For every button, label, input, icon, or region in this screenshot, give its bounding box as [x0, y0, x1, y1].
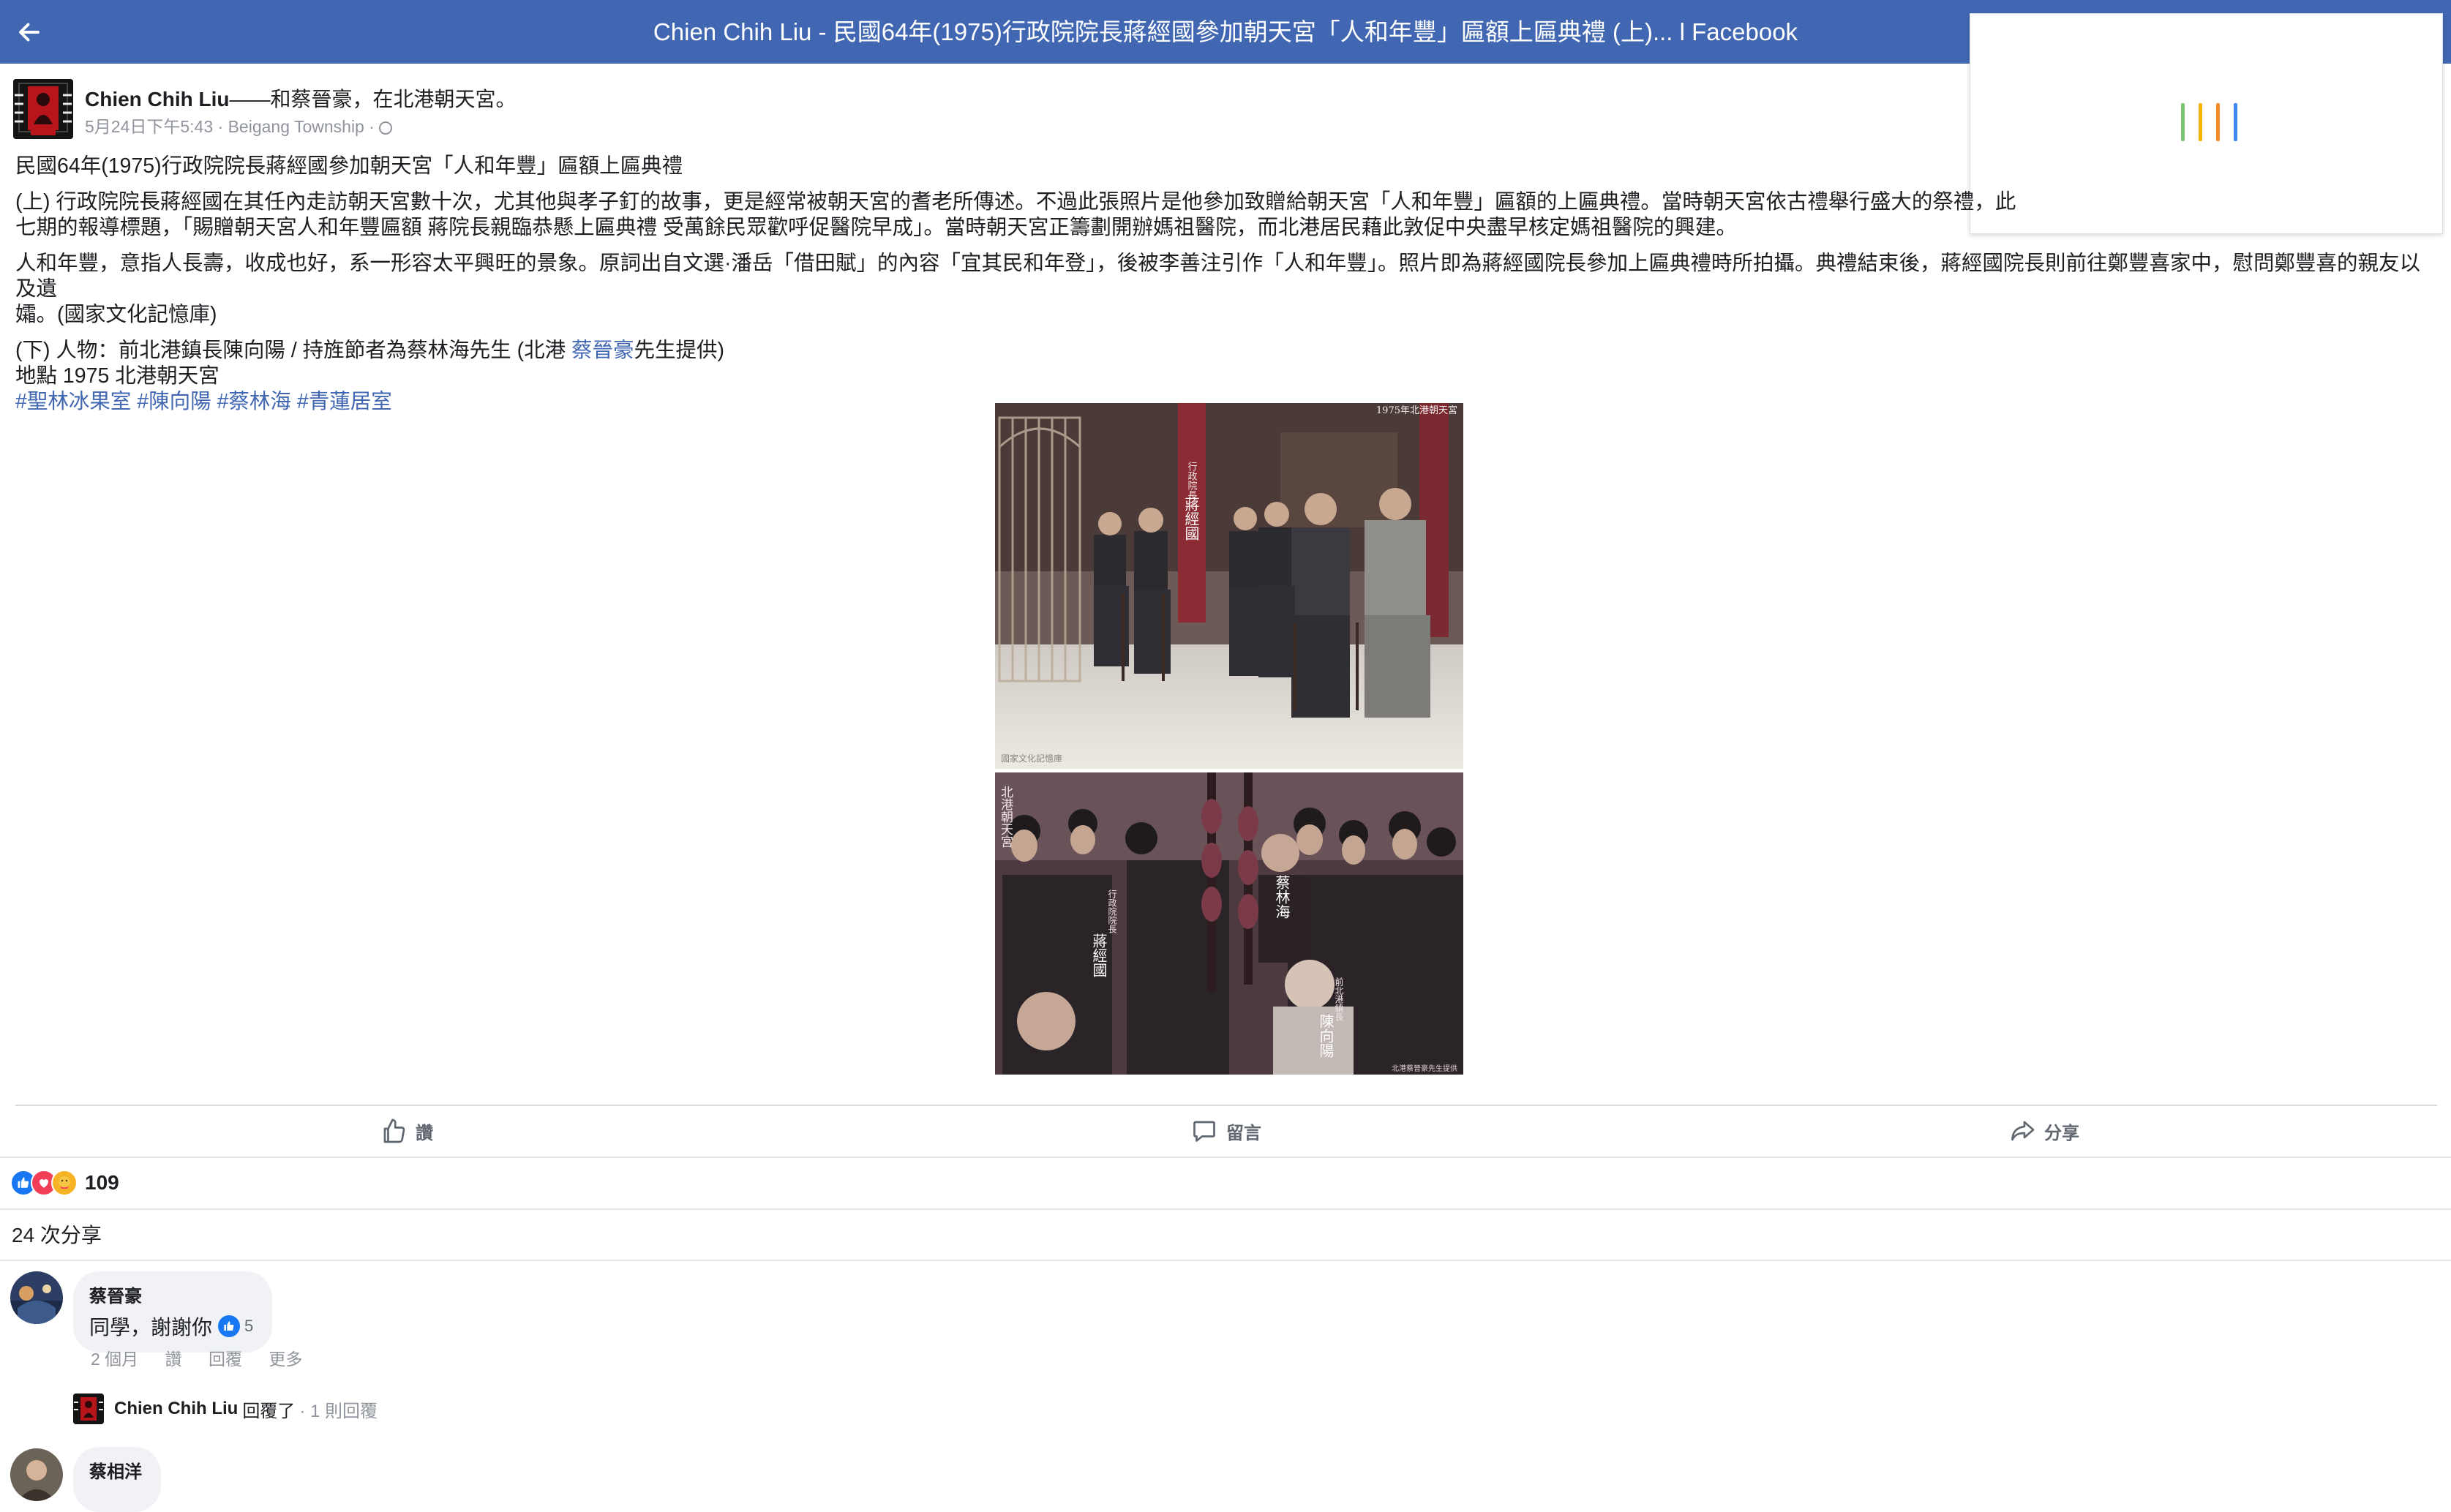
comment-label: 留言: [1226, 1123, 1261, 1143]
thumbs-up-icon: [383, 1118, 405, 1143]
photo-credit: 國家文化記憶庫: [1001, 753, 1062, 764]
like-button[interactable]: 讚: [380, 1114, 433, 1148]
page-avatar[interactable]: [13, 79, 73, 139]
comment-like-number: 5: [244, 1317, 254, 1335]
globe-icon: [378, 121, 392, 135]
post-author-line: Chien Chih Liu——和蔡晉豪，在北港朝天宮。: [85, 83, 517, 113]
post-paragraph: 人和年豐，意指人長壽，收成也好，系一形容太平興旺的景象。原詞出自文選·潘岳「借田…: [15, 251, 2437, 328]
photo-label-small: 行政院長: [1186, 462, 1198, 500]
page-logo-icon: [13, 79, 73, 139]
photo-credit: 北港蔡晉豪先生提供: [1392, 1064, 1457, 1073]
comment-bubble: 蔡晉豪 同學，謝謝你 5: [73, 1271, 273, 1353]
photo-label: 蔡林海: [1273, 875, 1291, 919]
comment-like-link[interactable]: 讚: [165, 1350, 182, 1369]
reply-verb: 回覆了: [242, 1401, 296, 1421]
hashtag-link[interactable]: #聖林冰果室: [15, 390, 131, 413]
comment-timestamp[interactable]: 2 個月: [91, 1350, 138, 1369]
reply-author: Chien Chih Liu: [114, 1399, 239, 1418]
loading-spinner-icon: [2181, 103, 2240, 141]
post-headline: 民國64年(1975)行政院院長蔣經國參加朝天宮「人和年豐」匾額上匾典禮: [15, 154, 683, 178]
like-label: 讚: [416, 1123, 433, 1143]
reply-count: · 1 則回覆: [299, 1401, 378, 1421]
post-lower-caption: (下) 人物：前北港鎮長陳向陽 / 持旌節者為蔡林海先生 (北港 蔡晉豪先生提供…: [15, 338, 2437, 364]
divider: [0, 1208, 2451, 1210]
photo-label-small: 行政院院長: [1107, 889, 1117, 933]
comment-reply-link[interactable]: 回覆: [209, 1350, 242, 1369]
comment-bubble: 蔡相洋: [73, 1447, 161, 1512]
photo-corner-caption: 1975年北港朝天宮: [1376, 405, 1457, 416]
post-timestamp[interactable]: 5月24日下午5:43 · Beigang Township ·: [85, 117, 375, 136]
divider: [15, 1105, 2437, 1106]
lower-caption-prefix: (下) 人物：前北港鎮長陳向陽 / 持旌節者為蔡林海先生 (北港: [15, 339, 571, 362]
reaction-summary[interactable]: 109: [10, 1168, 119, 1197]
photo-procession: 北港朝天宮 行政院院長 蔣經國 蔡林海 前北港鎮長 陳向陽 北港蔡晉豪先生提供: [995, 772, 1463, 1075]
photo-temple-label: 北港朝天宮: [998, 786, 1013, 848]
photo-label: 蔣經國: [1090, 933, 1108, 977]
divider: [0, 1156, 2451, 1158]
reaction-count: 109: [85, 1171, 119, 1194]
photo-label: 陳向陽: [1317, 1014, 1335, 1058]
hashtag-link[interactable]: #青蓮居室: [297, 390, 392, 413]
share-label: 分享: [2044, 1123, 2079, 1143]
share-icon: [2011, 1121, 2035, 1141]
comment-actions: 2 個月 讚 回覆 更多: [91, 1345, 324, 1370]
comment-text: 同學，謝謝你: [89, 1316, 213, 1339]
comment-button[interactable]: 留言: [1191, 1114, 1261, 1148]
hashtag-link[interactable]: #蔡林海: [217, 390, 291, 413]
divider: [0, 1260, 2451, 1261]
post-paragraph-line: (上) 行政院院長蔣經國在其任內走訪朝天宮數十次，尤其他與孝子釘的故事，更是經常…: [15, 190, 2016, 214]
post-author-name[interactable]: Chien Chih Liu: [85, 88, 230, 110]
comment-text-row: 同學，謝謝你 5: [89, 1312, 253, 1341]
photo-label-small: 前北港鎮長: [1334, 977, 1344, 1021]
post-author-suffix: ——和蔡晉豪，在北港朝天宮。: [229, 88, 517, 110]
avatar[interactable]: [10, 1271, 63, 1324]
like-icon: [218, 1315, 241, 1337]
post-body: 民國64年(1975)行政院院長蔣經國參加朝天宮「人和年豐」匾額上匾典禮 (上)…: [15, 154, 2437, 415]
mention-link[interactable]: 蔡晉豪: [571, 339, 634, 362]
comment-author[interactable]: 蔡相洋: [89, 1457, 142, 1483]
comment-icon: [1193, 1121, 1215, 1142]
comment-like-count[interactable]: 5: [218, 1315, 253, 1337]
care-icon: [51, 1170, 78, 1196]
post-paragraph-line: 人和年豐，意指人長壽，收成也好，系一形容太平興旺的景象。原詞出自文選·潘岳「借田…: [15, 252, 2420, 301]
post-paragraph: (上) 行政院院長蔣經國在其任內走訪朝天宮數十次，尤其他與孝子釘的故事，更是經常…: [15, 189, 2437, 241]
share-count[interactable]: 24 次分享: [12, 1219, 102, 1249]
comment-more-link[interactable]: 更多: [269, 1350, 302, 1369]
avatar: [73, 1393, 104, 1424]
post-location-line: 地點 1975 北港朝天宮: [15, 364, 219, 388]
photo-label: 蔣經國: [1182, 497, 1200, 541]
post-paragraph-line: 孀。(國家文化記憶庫): [15, 303, 217, 326]
view-replies-link[interactable]: Chien Chih Liu 回覆了 · 1 則回覆: [73, 1393, 378, 1425]
share-button[interactable]: 分享: [2009, 1114, 2079, 1148]
post-meta: 5月24日下午5:43 · Beigang Township ·: [85, 113, 392, 138]
avatar[interactable]: [10, 1448, 63, 1501]
comment-author[interactable]: 蔡晉豪: [89, 1282, 253, 1307]
photo-ceremony-seated: 行政院長 蔣經國 1975年北港朝天宮 國家文化記憶庫: [995, 403, 1463, 769]
post-photo[interactable]: 行政院長 蔣經國 1975年北港朝天宮 國家文化記憶庫 北港朝天宮 行政院院長 …: [995, 403, 1463, 1075]
lower-caption-suffix: 先生提供): [634, 339, 725, 362]
hashtag-link[interactable]: #陳向陽: [137, 390, 211, 413]
post-paragraph-line: 七期的報導標題，「賜贈朝天宮人和年豐匾額 蔣院長親臨恭懸上匾典禮 受萬餘民眾歡呼…: [15, 216, 1737, 239]
